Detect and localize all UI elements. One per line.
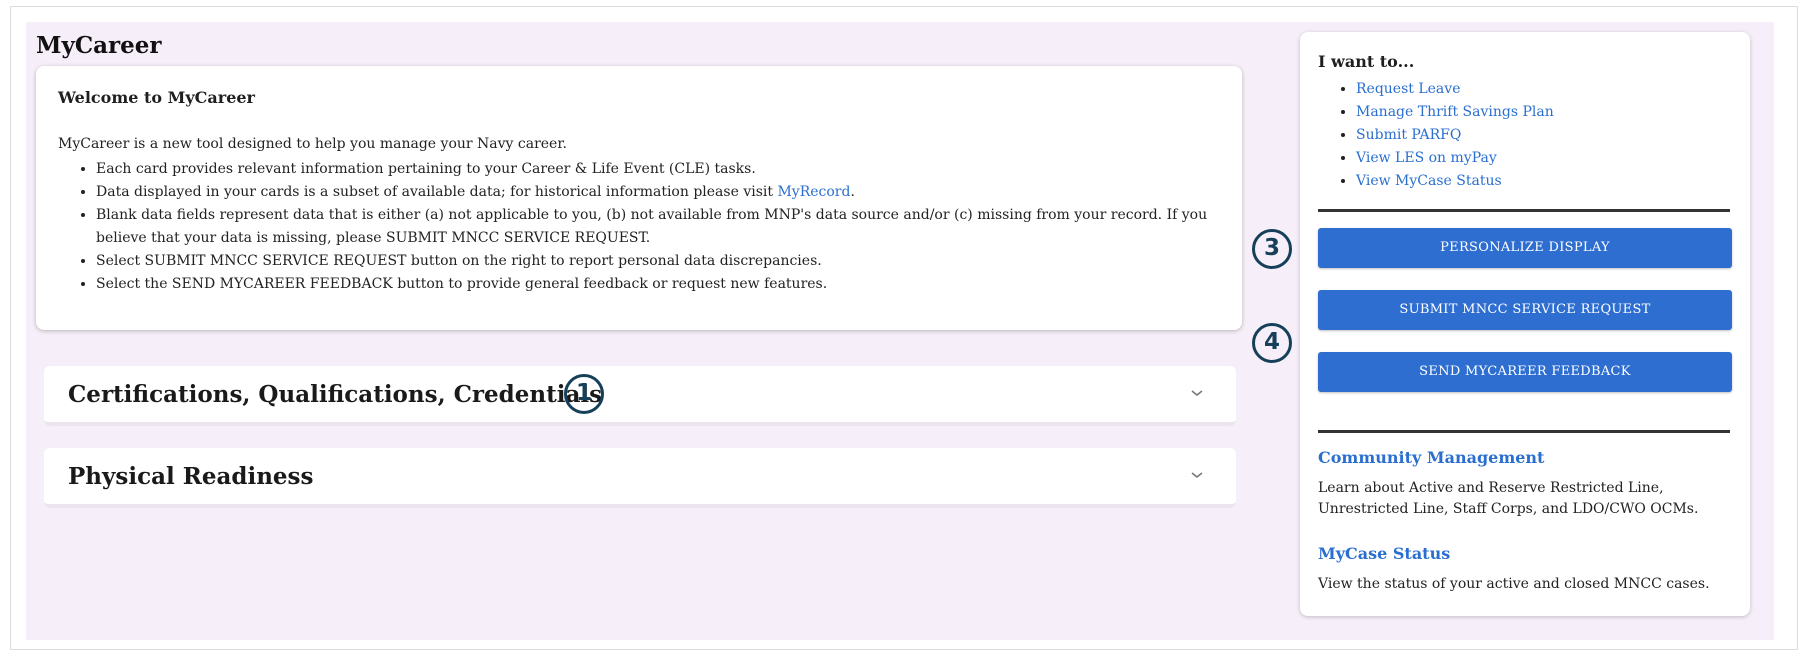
welcome-bullet-period: . — [850, 184, 855, 200]
page-title: MyCareer — [36, 32, 162, 59]
mycase-status-link[interactable]: MyCase Status — [1318, 544, 1450, 563]
welcome-bullet: Blank data fields represent data that is… — [96, 204, 1256, 250]
accordion-physical-readiness[interactable]: Physical Readiness — [44, 448, 1236, 508]
submit-mncc-service-request-button[interactable]: SUBMIT MNCC SERVICE REQUEST — [1318, 290, 1732, 330]
welcome-intro: MyCareer is a new tool designed to help … — [58, 136, 567, 152]
community-management-description: Learn about Active and Reserve Restricte… — [1318, 480, 1699, 517]
request-leave-link[interactable]: Request Leave — [1356, 81, 1460, 97]
chevron-down-icon[interactable] — [1190, 388, 1204, 398]
welcome-bullet: Select SUBMIT MNCC SERVICE REQUEST butto… — [96, 250, 1256, 273]
welcome-bullet: Each card provides relevant information … — [96, 158, 1256, 181]
welcome-bullet: Data displayed in your cards is a subset… — [96, 181, 1256, 204]
divider — [1318, 209, 1730, 212]
callout-badge-4: 4 — [1252, 323, 1292, 363]
myrecord-link[interactable]: MyRecord — [777, 184, 850, 200]
welcome-bullet-text: Data displayed in your cards is a subset… — [96, 184, 778, 200]
send-mycareer-feedback-button[interactable]: SEND MYCAREER FEEDBACK — [1318, 352, 1732, 392]
manage-tsp-link[interactable]: Manage Thrift Savings Plan — [1356, 104, 1554, 120]
i-want-to-heading: I want to... — [1318, 52, 1415, 71]
chevron-down-icon[interactable] — [1190, 470, 1204, 480]
mycase-status-description: View the status of your active and close… — [1318, 576, 1710, 592]
accordion-title: Certifications, Qualifications, Credenti… — [68, 381, 603, 408]
personalize-display-button[interactable]: PERSONALIZE DISPLAY — [1318, 228, 1732, 268]
submit-parfq-link[interactable]: Submit PARFQ — [1356, 127, 1461, 143]
quick-links-list: Request Leave Manage Thrift Savings Plan… — [1318, 78, 1554, 193]
callout-badge-1: 1 — [564, 374, 604, 414]
welcome-bullet-list: Each card provides relevant information … — [58, 158, 1256, 296]
sidebar-card: I want to... Request Leave Manage Thrift… — [1300, 32, 1750, 616]
callout-badge-3: 3 — [1252, 229, 1292, 269]
welcome-title: Welcome to MyCareer — [58, 88, 255, 107]
community-management-link[interactable]: Community Management — [1318, 448, 1544, 467]
divider — [1318, 430, 1730, 433]
accordion-certifications[interactable]: Certifications, Qualifications, Credenti… — [44, 366, 1236, 426]
welcome-bullet: Select the SEND MYCAREER FEEDBACK button… — [96, 273, 1256, 296]
accordion-title: Physical Readiness — [68, 463, 314, 490]
welcome-card: Welcome to MyCareer MyCareer is a new to… — [36, 66, 1242, 330]
view-mycase-status-link[interactable]: View MyCase Status — [1356, 173, 1502, 189]
view-les-link[interactable]: View LES on myPay — [1356, 150, 1497, 166]
